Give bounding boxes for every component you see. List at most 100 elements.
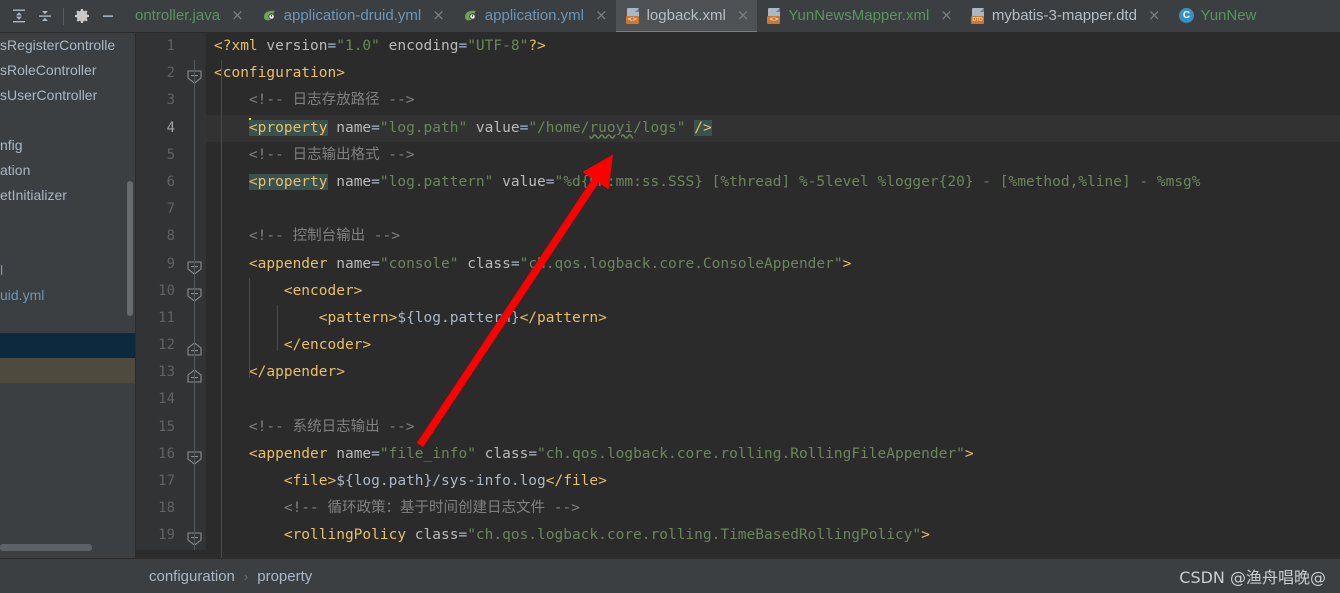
tree-item[interactable]: uid.yml (0, 283, 135, 308)
tab-ontroller-java[interactable]: ontroller.java × (135, 0, 252, 32)
fold-gutter[interactable] (184, 87, 206, 115)
tree-item[interactable] (0, 208, 135, 233)
breadcrumb-configuration[interactable]: configuration (149, 568, 235, 585)
code-text[interactable] (206, 386, 1340, 413)
code-text[interactable]: </appender> (206, 359, 1340, 386)
tree-item[interactable]: l (0, 258, 135, 283)
tab-yunnew-class[interactable]: C YunNew (1169, 0, 1265, 32)
code-line[interactable]: 12 </encoder> (136, 332, 1340, 360)
fold-gutter[interactable] (184, 522, 206, 550)
fold-gutter[interactable] (184, 277, 206, 305)
tree-item[interactable]: nfig (0, 133, 135, 158)
tab-close-icon[interactable]: × (737, 8, 750, 23)
fold-gutter[interactable] (184, 359, 206, 387)
tab-application-yml[interactable]: application.yml × (453, 0, 616, 32)
code-line[interactable]: 18 <!-- 循环政策：基于时间创建日志文件 --> (136, 495, 1340, 523)
tree-item-highlighted[interactable] (0, 358, 135, 383)
tab-mybatis-3-mapper-dtd[interactable]: DTD mybatis-3-mapper.dtd × (961, 0, 1169, 32)
sidebar-vertical-scrollbar[interactable] (127, 181, 133, 316)
breadcrumb[interactable]: configuration › property (135, 559, 1179, 593)
tab-logback-xml[interactable]: <> logback.xml × (615, 0, 758, 32)
code-text[interactable] (206, 196, 1340, 223)
fold-gutter[interactable] (184, 168, 206, 197)
fold-gutter[interactable] (184, 223, 206, 251)
tree-item[interactable]: sRoleController (0, 58, 135, 83)
code-token: class (406, 527, 459, 544)
code-line[interactable]: 4 <property name="log.path" value="/home… (136, 114, 1340, 142)
tab-yunnewsmapper-xml[interactable]: <> YunNewsMapper.xml × (757, 0, 960, 32)
tab-application-druid-yml[interactable]: application-druid.yml × (252, 0, 453, 32)
fold-gutter[interactable] (184, 304, 206, 333)
fold-gutter[interactable] (184, 60, 206, 88)
fold-gutter[interactable] (184, 332, 206, 360)
code-text[interactable]: <appender name="console" class="ch.qos.l… (206, 251, 1340, 278)
settings-gear-icon[interactable] (69, 3, 95, 29)
tree-item[interactable] (0, 308, 135, 333)
code-token: <!-- 循环政策：基于时间创建日志文件 --> (214, 500, 580, 517)
collapse-all-icon[interactable] (32, 3, 58, 29)
fold-gutter[interactable] (184, 141, 206, 169)
xml-chip: <> (767, 15, 781, 24)
code-line[interactable]: 5 <!-- 日志输出格式 --> (136, 141, 1340, 169)
tree-item[interactable] (0, 233, 135, 258)
tree-item[interactable]: ation (0, 158, 135, 183)
code-text[interactable]: <?xml version="1.0" encoding="UTF-8"?> (206, 33, 1340, 60)
code-text[interactable]: <!-- 日志存放路径 --> (206, 87, 1340, 114)
code-line[interactable]: 7 (136, 196, 1340, 224)
tree-item[interactable]: etInitializer (0, 183, 135, 208)
code-line[interactable]: 9 <appender name="console" class="ch.qos… (136, 250, 1340, 278)
code-text[interactable]: <rollingPolicy class="ch.qos.logback.cor… (206, 522, 1340, 549)
code-text[interactable]: <pattern>${log.pattern}</pattern> (206, 305, 1340, 332)
tree-item[interactable] (0, 108, 135, 133)
editor-tab-bar[interactable]: ontroller.java × application-druid.yml × (135, 0, 1340, 33)
code-text[interactable]: <!-- 循环政策：基于时间创建日志文件 --> (206, 495, 1340, 522)
tab-close-icon[interactable]: × (231, 8, 244, 23)
code-text[interactable]: <property name="log.path" value="/home/r… (206, 114, 1340, 142)
fold-gutter[interactable] (184, 250, 206, 278)
code-text[interactable]: <encoder> (206, 278, 1340, 305)
code-line[interactable]: 11 <pattern>${log.pattern}</pattern> (136, 304, 1340, 333)
code-text[interactable]: <!-- 日志输出格式 --> (206, 142, 1340, 169)
code-line[interactable]: 10 <encoder> (136, 277, 1340, 305)
expand-all-icon[interactable] (6, 3, 32, 29)
code-editor[interactable]: 1 <?xml version="1.0" encoding="UTF-8"?> 2… (135, 33, 1340, 558)
fold-gutter[interactable] (184, 196, 206, 224)
fold-gutter[interactable] (184, 495, 206, 523)
code-lines[interactable]: 1 <?xml version="1.0" encoding="UTF-8"?> 2… (136, 33, 1340, 558)
code-line[interactable]: 19 <rollingPolicy class="ch.qos.logback.… (136, 522, 1340, 550)
code-line[interactable]: 17 <file>${log.path}/sys-info.log</file> (136, 468, 1340, 496)
fold-gutter[interactable] (184, 114, 206, 142)
code-text[interactable]: <appender name="file_info" class="ch.qos… (206, 441, 1340, 468)
code-line[interactable]: 3 <!-- 日志存放路径 --> (136, 87, 1340, 115)
code-text[interactable]: <!-- 系统日志输出 --> (206, 414, 1340, 441)
tree-item-selected[interactable] (0, 333, 135, 358)
code-line[interactable]: 6 <property name="log.pattern" value="%d… (136, 168, 1340, 197)
code-text[interactable]: <configuration> (206, 60, 1340, 87)
code-line[interactable]: 16 <appender name="file_info" class="ch.… (136, 440, 1340, 468)
code-text[interactable]: <file>${log.path}/sys-info.log</file> (206, 468, 1340, 495)
tree-item[interactable]: sRegisterControlle (0, 33, 135, 58)
tree-item[interactable]: sUserController (0, 83, 135, 108)
fold-gutter[interactable] (184, 386, 206, 414)
code-line[interactable]: 15 <!-- 系统日志输出 --> (136, 413, 1340, 441)
sidebar-horizontal-scrollbar[interactable] (0, 544, 92, 551)
code-line[interactable]: 2 <configuration> (136, 60, 1340, 88)
code-line[interactable]: 8 <!-- 控制台输出 --> (136, 223, 1340, 251)
tab-close-icon[interactable]: × (1148, 8, 1161, 23)
fold-gutter[interactable] (184, 440, 206, 468)
code-text[interactable]: <property name="log.pattern" value="%d{H… (206, 169, 1340, 196)
fold-gutter[interactable] (184, 33, 206, 61)
code-line[interactable]: 1 <?xml version="1.0" encoding="UTF-8"?> (136, 33, 1340, 61)
tab-close-icon[interactable]: × (595, 8, 608, 23)
code-text[interactable]: <!-- 控制台输出 --> (206, 223, 1340, 250)
code-text[interactable]: </encoder> (206, 332, 1340, 359)
tab-close-icon[interactable]: × (940, 8, 953, 23)
tab-close-icon[interactable]: × (432, 8, 445, 23)
hide-panel-icon[interactable] (95, 3, 121, 29)
breadcrumb-property[interactable]: property (257, 568, 312, 585)
fold-gutter[interactable] (184, 413, 206, 441)
code-line[interactable]: 13 </appender> (136, 359, 1340, 387)
project-tree-panel[interactable]: sRegisterControlle sRoleController sUser… (0, 33, 135, 558)
fold-gutter[interactable] (184, 468, 206, 496)
code-line[interactable]: 14 (136, 386, 1340, 414)
